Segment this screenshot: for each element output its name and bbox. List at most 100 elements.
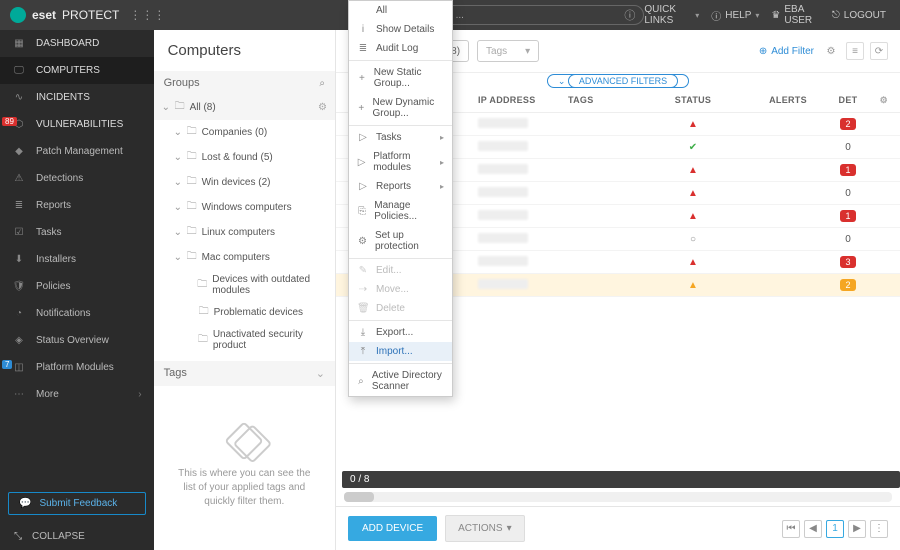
- ctx-tasks[interactable]: ▷Tasks▸: [349, 128, 452, 147]
- sidebar-item-policies[interactable]: 🛡Policies: [0, 273, 154, 300]
- user-icon: ♛: [771, 10, 780, 21]
- advanced-filters-button[interactable]: ⌄ ADVANCED FILTERS: [547, 74, 689, 88]
- col-det[interactable]: DET: [828, 95, 868, 106]
- ctx-manage-policies-[interactable]: ⎘Manage Policies...: [349, 196, 452, 226]
- tags-selector[interactable]: Tags▾: [477, 40, 539, 62]
- chevron-down-icon: ▾: [695, 11, 699, 20]
- col-alerts[interactable]: ALERTS: [748, 95, 828, 106]
- sidebar-item-dashboard[interactable]: ▦DASHBOARD: [0, 30, 154, 57]
- menu-icon: ▷: [357, 132, 369, 143]
- sidebar-item-detections[interactable]: ⚠Detections: [0, 165, 154, 192]
- add-device-button[interactable]: ADD DEVICE: [348, 516, 437, 541]
- tree-node[interactable]: 🗀Problematic devices: [154, 300, 335, 325]
- badge: 89: [2, 117, 17, 126]
- tree-node[interactable]: 🗀Devices with outdated modules: [154, 270, 335, 300]
- presets-icon[interactable]: ≡: [846, 42, 864, 60]
- sidebar-item-vulnerabilities[interactable]: 89⬡VULNERABILITIES: [0, 111, 154, 138]
- collapse-button[interactable]: ⤡COLLAPSE: [0, 523, 154, 550]
- ctx-delete: 🗑Delete: [349, 299, 452, 318]
- folder-icon: 🗀: [187, 174, 197, 191]
- page-next-icon[interactable]: ▶: [848, 520, 866, 538]
- refresh-icon[interactable]: ⟳: [870, 42, 888, 60]
- status-icon: ▲: [638, 188, 748, 199]
- submit-feedback-button[interactable]: 💬Submit Feedback: [8, 492, 146, 515]
- add-filter-button[interactable]: ⊕Add Filter: [759, 46, 814, 57]
- page-menu-icon[interactable]: ⋮: [870, 520, 888, 538]
- sidebar-item-reports[interactable]: ≣Reports: [0, 192, 154, 219]
- sidebar-item-computers[interactable]: 🖵COMPUTERS: [0, 57, 154, 84]
- chevron-down-icon[interactable]: ⌄: [316, 367, 325, 380]
- ctx-new-dynamic-group-[interactable]: +New Dynamic Group...: [349, 93, 452, 123]
- sidebar-icon: ▦: [12, 38, 26, 49]
- user-menu[interactable]: ♛EBA USER: [771, 4, 819, 26]
- ctx-audit-log[interactable]: ≣Audit Log: [349, 39, 452, 58]
- actions-button[interactable]: ACTIONS▾: [445, 515, 524, 542]
- page-first-icon[interactable]: ⏮: [782, 520, 800, 538]
- tree-node[interactable]: ⌄🗀Lost & found (5): [154, 145, 335, 170]
- ctx-reports[interactable]: ▷Reports▸: [349, 177, 452, 196]
- folder-icon: 🗀: [187, 149, 197, 166]
- search-icon[interactable]: ⌕: [319, 78, 325, 89]
- menu-icon: ⚙: [357, 236, 368, 247]
- quick-links[interactable]: QUICK LINKS▾: [644, 4, 699, 26]
- ctx-import-[interactable]: ⤒Import...: [349, 342, 452, 361]
- sidebar-item-installers[interactable]: ⬇Installers: [0, 246, 154, 273]
- sidebar-item-tasks[interactable]: ☑Tasks: [0, 219, 154, 246]
- folder-icon: 🗀: [199, 304, 209, 321]
- chevron-right-icon: ▸: [440, 182, 444, 191]
- tree-node[interactable]: ⌄🗀Mac computers: [154, 245, 335, 270]
- menu-icon: i: [357, 24, 369, 35]
- sidebar-item-patch-management[interactable]: ◆Patch Management: [0, 138, 154, 165]
- gear-icon[interactable]: ⚙: [822, 42, 840, 60]
- sidebar-icon: ⚠: [12, 173, 26, 184]
- sidebar-item-platform-modules[interactable]: 7◫Platform Modules: [0, 354, 154, 381]
- folder-icon: 🗀: [187, 124, 197, 141]
- tags-empty-state: This is where you can see the list of yo…: [154, 386, 335, 550]
- ctx-show-details[interactable]: iShow Details: [349, 20, 452, 39]
- tree-node[interactable]: ⌄🗀Win devices (2): [154, 170, 335, 195]
- tree-node[interactable]: ⌄🗀Companies (0): [154, 120, 335, 145]
- page-prev-icon[interactable]: ◀: [804, 520, 822, 538]
- chevron-icon: ⌄: [174, 202, 182, 213]
- sidebar-item-notifications[interactable]: ◔Notifications: [0, 300, 154, 327]
- ip-redacted: [478, 187, 528, 197]
- tree-node[interactable]: ⌄🗀Linux computers: [154, 220, 335, 245]
- det-badge: 3: [840, 256, 855, 268]
- apps-grid-icon[interactable]: ⋮⋮⋮: [129, 8, 159, 22]
- menu-icon: ▷: [357, 181, 369, 192]
- chevron-icon: ⌄: [174, 152, 182, 163]
- ctx-export-[interactable]: ⤓Export...: [349, 323, 452, 342]
- sidebar-icon: ◔: [12, 308, 26, 319]
- ip-redacted: [478, 118, 528, 128]
- ctx-active-directory-scanner[interactable]: ⌕Active Directory Scanner: [349, 366, 452, 396]
- logout-button[interactable]: ⎋LOGOUT: [832, 10, 886, 21]
- sidebar-item-incidents[interactable]: ∿INCIDENTS: [0, 84, 154, 111]
- folder-icon: 🗀: [175, 99, 185, 116]
- ctx-new-static-group-[interactable]: +New Static Group...: [349, 63, 452, 93]
- sidebar-icon: 🛡: [12, 281, 26, 292]
- tree-node[interactable]: ⌄🗀Windows computers: [154, 195, 335, 220]
- chevron-down-icon: ▾: [755, 11, 759, 20]
- tree-node[interactable]: ⌄🗀All (8)⚙: [154, 95, 335, 120]
- menu-icon: ⎘: [357, 206, 367, 217]
- menu-icon: ≣: [357, 43, 369, 54]
- ctx-all[interactable]: All: [349, 1, 452, 20]
- sidebar-item-status-overview[interactable]: ◈Status Overview: [0, 327, 154, 354]
- gear-icon[interactable]: ⚙: [318, 102, 327, 113]
- brand-icon: [10, 7, 26, 23]
- page-number[interactable]: 1: [826, 520, 844, 538]
- columns-gear-icon[interactable]: ⚙: [868, 95, 888, 106]
- col-tags[interactable]: TAGS: [568, 95, 638, 106]
- ctx-set-up-protection[interactable]: ⚙Set up protection: [349, 226, 452, 256]
- search-help-icon[interactable]: ⓘ: [624, 7, 635, 23]
- col-status[interactable]: STATUS: [638, 95, 748, 106]
- tree-node[interactable]: 🗀Unactivated security product: [154, 325, 335, 355]
- ctx-platform-modules[interactable]: ▷Platform modules▸: [349, 147, 452, 177]
- pager: ⏮ ◀ 1 ▶ ⋮: [782, 520, 888, 538]
- sidebar-item-more[interactable]: ⋯More›: [0, 381, 154, 408]
- help-menu[interactable]: ⓘHELP▾: [711, 8, 759, 23]
- col-ip[interactable]: IP ADDRESS: [478, 95, 568, 106]
- sidebar-icon: ⋯: [12, 389, 26, 400]
- horizontal-scrollbar[interactable]: [344, 492, 892, 502]
- sidebar-icon: ◆: [12, 146, 26, 157]
